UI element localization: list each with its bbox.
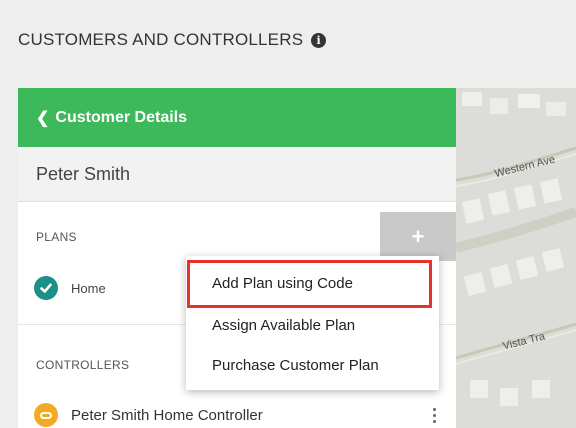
controller-item[interactable]: Peter Smith Home Controller (34, 403, 263, 427)
add-plan-menu: Add Plan using Code Assign Available Pla… (186, 256, 439, 390)
menu-item-label: Purchase Customer Plan (212, 356, 379, 374)
more-options-icon[interactable] (428, 403, 440, 427)
back-label: Customer Details (55, 108, 187, 126)
page-title-text: CUSTOMERS AND CONTROLLERS (18, 30, 304, 49)
info-icon[interactable]: i (311, 32, 327, 48)
menu-item-assign-available-plan[interactable]: Assign Available Plan (186, 305, 439, 345)
menu-item-add-plan-using-code[interactable]: Add Plan using Code (186, 263, 439, 303)
controller-label: Peter Smith Home Controller (71, 406, 263, 424)
plans-section-label: PLANS (36, 230, 77, 244)
plan-item-home[interactable]: Home (34, 276, 106, 300)
page-title: CUSTOMERS AND CONTROLLERS i (18, 30, 327, 50)
plan-label: Home (71, 280, 106, 296)
menu-item-purchase-customer-plan[interactable]: Purchase Customer Plan (186, 345, 439, 385)
customer-name: Peter Smith (36, 163, 131, 184)
add-plan-button[interactable]: + (380, 212, 456, 261)
check-circle-icon (34, 276, 58, 300)
map-graphic: Western Ave Vista Tra (456, 88, 576, 428)
chevron-left-icon: ❮ (36, 109, 50, 127)
menu-item-label: Add Plan using Code (212, 274, 353, 292)
controller-icon (34, 403, 58, 427)
controllers-section-label: CONTROLLERS (36, 358, 130, 372)
back-to-customer-details[interactable]: ❮ Customer Details (18, 88, 456, 147)
map-background[interactable]: Western Ave Vista Tra (456, 88, 576, 428)
menu-item-label: Assign Available Plan (212, 316, 356, 334)
customer-name-bar: Peter Smith (18, 147, 456, 202)
